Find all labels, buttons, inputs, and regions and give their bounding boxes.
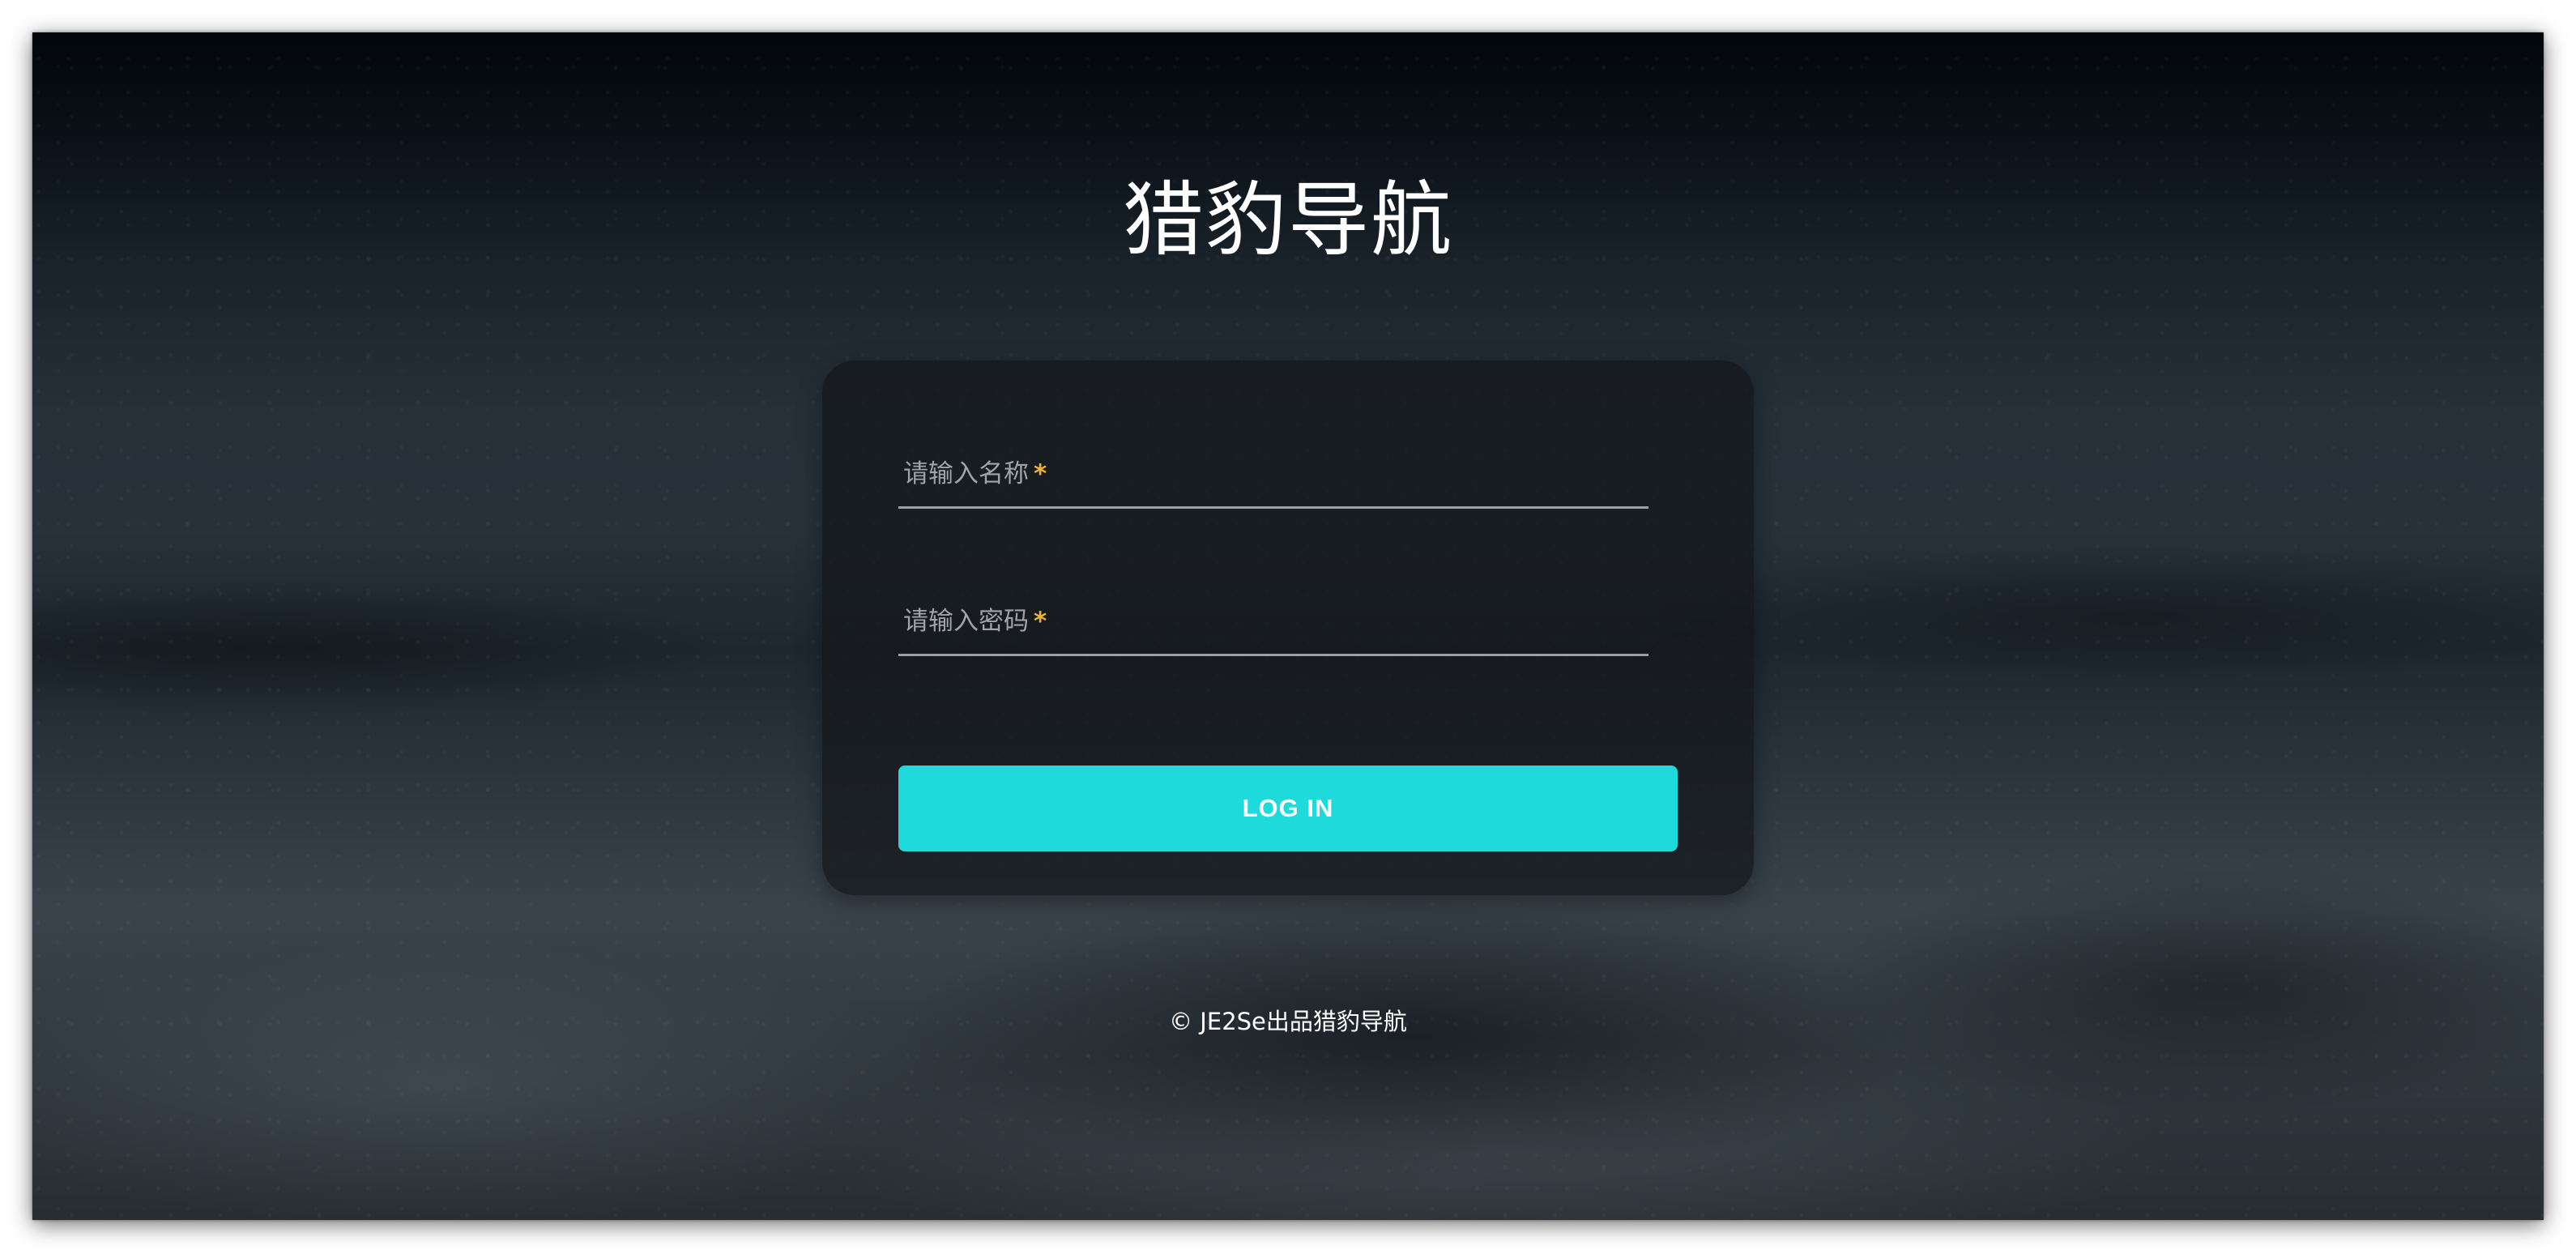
password-input[interactable] <box>898 589 1648 654</box>
login-card: 请输入名称 * 请输入密码 * LOG IN <box>822 360 1754 895</box>
password-field[interactable]: 请输入密码 * <box>898 589 1648 656</box>
app-window: 猎豹导航 请输入名称 * 请输入密码 * LOG IN © JE2Se出品猎豹导航 <box>32 32 2544 1220</box>
login-button[interactable]: LOG IN <box>898 766 1678 851</box>
page-title: 猎豹导航 <box>1123 173 1453 267</box>
footer-copyright: © JE2Se出品猎豹导航 <box>1169 1008 1407 1035</box>
name-input[interactable] <box>898 441 1648 506</box>
name-field[interactable]: 请输入名称 * <box>898 441 1648 509</box>
